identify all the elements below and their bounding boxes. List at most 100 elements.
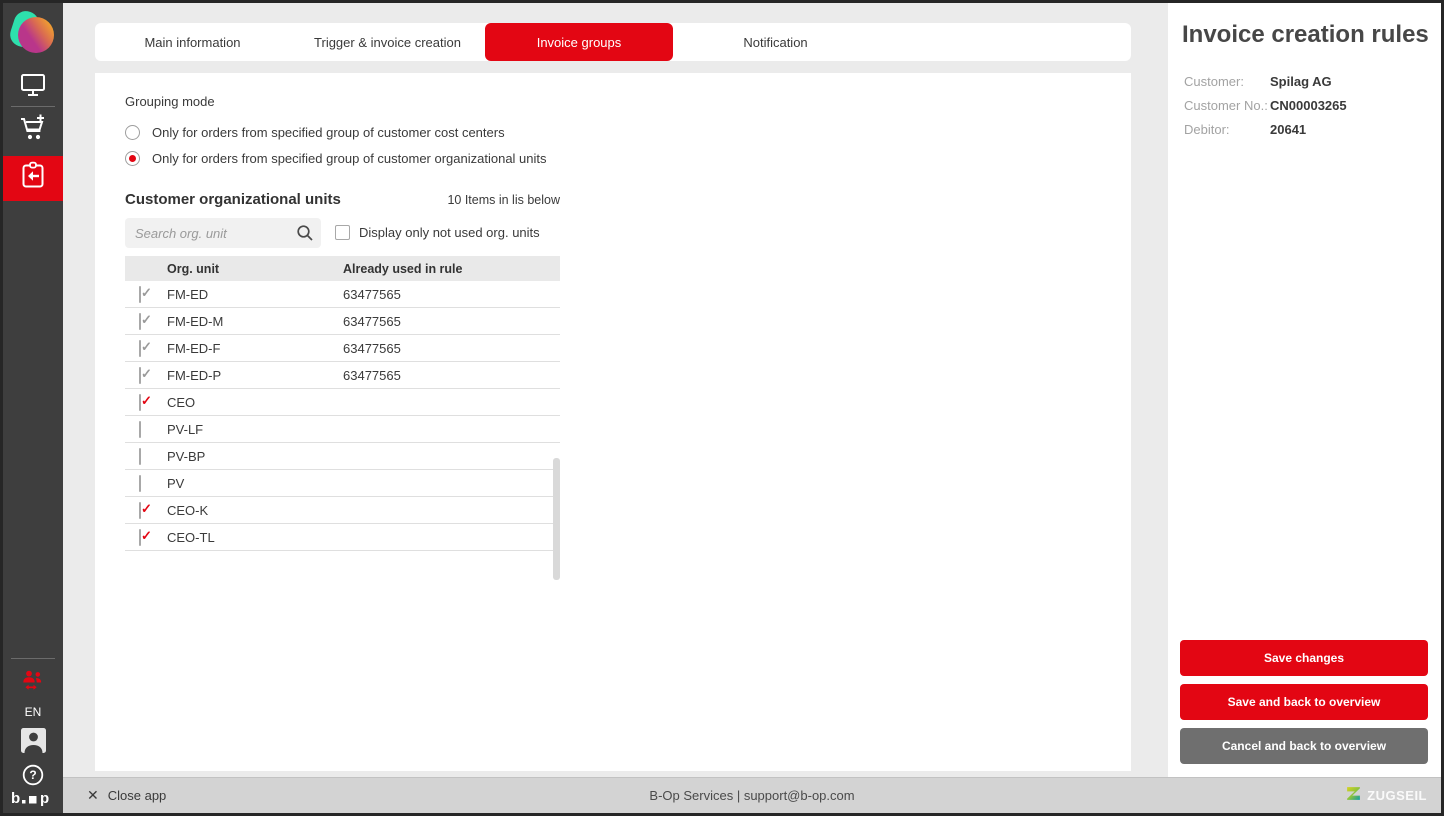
sidebar-item-help[interactable]: ? xyxy=(3,765,63,789)
filter-not-used-checkbox-row[interactable]: Display only not used org. units xyxy=(335,225,540,240)
close-icon: ✕ xyxy=(87,787,99,804)
action-button[interactable]: Save changes xyxy=(1180,640,1428,676)
sidebar-item-orders[interactable] xyxy=(3,113,63,147)
svg-text:p: p xyxy=(40,790,49,806)
filter-checkbox-label: Display only not used org. units xyxy=(359,225,540,240)
language-selector[interactable]: EN xyxy=(3,705,63,719)
support-text: B-Op Services | support@b-op.com xyxy=(63,778,1441,813)
row-checkbox[interactable] xyxy=(139,313,141,330)
tab[interactable]: Main information xyxy=(95,23,290,61)
row-checkbox[interactable] xyxy=(139,448,141,465)
sidebar-item-bop-brand: b p xyxy=(3,791,63,809)
org-unit-cell: CEO xyxy=(167,395,343,410)
radio-button[interactable] xyxy=(125,151,140,166)
invoice-rules-icon xyxy=(18,160,48,197)
content-card: Grouping mode Only for orders from speci… xyxy=(95,73,1131,771)
row-checkbox[interactable] xyxy=(139,340,141,357)
tab-bar: Main information Trigger & invoice creat… xyxy=(95,23,1131,61)
radio-button[interactable] xyxy=(125,125,140,140)
info-value: Spilag AG xyxy=(1270,74,1332,89)
org-unit-cell: PV-BP xyxy=(167,449,343,464)
table-row[interactable]: CEO-K xyxy=(125,497,560,524)
row-checkbox[interactable] xyxy=(139,475,141,492)
table-row[interactable]: CEO-TL xyxy=(125,524,560,551)
customer-info: Customer: Spilag AG Customer No.: CN0000… xyxy=(1184,69,1431,141)
org-unit-cell: CEO-K xyxy=(167,503,343,518)
info-label: Customer No.: xyxy=(1184,98,1270,113)
zugseil-wordmark: ZUGSEIL xyxy=(1367,788,1427,803)
page-title: Invoice creation rules xyxy=(1182,21,1429,49)
sidebar-item-invoice-rules-active[interactable] xyxy=(3,156,63,201)
radio-option-label: Only for orders from specified group of … xyxy=(152,125,505,140)
already-used-cell: 63477565 xyxy=(343,368,560,383)
close-app-label: Close app xyxy=(108,788,167,803)
svg-text:b: b xyxy=(11,790,20,806)
row-checkbox[interactable] xyxy=(139,502,141,519)
monitor-icon xyxy=(19,72,47,104)
side-panel: Invoice creation rules Customer: Spilag … xyxy=(1168,3,1441,777)
footer-bar: ✕ Close app B-Op Services | support@b-op… xyxy=(63,777,1441,813)
switch-users-icon xyxy=(20,669,46,697)
radio-option[interactable]: Only for orders from specified group of … xyxy=(125,119,547,145)
row-checkbox[interactable] xyxy=(139,529,141,546)
tab[interactable]: Trigger & invoice creation xyxy=(290,23,485,61)
table-row[interactable]: FM-ED-M 63477565 xyxy=(125,308,560,335)
info-row: Debitor: 20641 xyxy=(1184,117,1431,141)
help-icon: ? xyxy=(21,763,45,792)
tab[interactable]: Notification xyxy=(673,23,878,61)
grouping-mode-options: Only for orders from specified group of … xyxy=(125,119,547,171)
table-row[interactable]: FM-ED 63477565 xyxy=(125,281,560,308)
sidebar-item-monitor[interactable] xyxy=(3,73,63,103)
table-row[interactable]: PV-BP xyxy=(125,443,560,470)
org-unit-cell: PV-LF xyxy=(167,422,343,437)
section-title: Customer organizational units xyxy=(125,191,341,208)
action-button[interactable]: Save and back to overview xyxy=(1180,684,1428,720)
org-units-table: Org. unit Already used in rule FM-ED 634… xyxy=(125,256,560,551)
sidebar-item-switch-customer[interactable] xyxy=(3,671,63,695)
sidebar-item-profile[interactable] xyxy=(3,729,63,757)
info-row: Customer: Spilag AG xyxy=(1184,69,1431,93)
search-icon[interactable] xyxy=(296,224,314,247)
table-scrollbar-thumb[interactable] xyxy=(553,458,560,580)
info-row: Customer No.: CN00003265 xyxy=(1184,93,1431,117)
org-unit-cell: CEO-TL xyxy=(167,530,343,545)
avatar-icon xyxy=(20,727,47,759)
row-checkbox[interactable] xyxy=(139,394,141,411)
filter-checkbox[interactable] xyxy=(335,225,350,240)
table-row[interactable]: PV-LF xyxy=(125,416,560,443)
tab[interactable]: Invoice groups xyxy=(485,23,673,61)
app-logo[interactable] xyxy=(9,8,57,56)
org-unit-cell: FM-ED-P xyxy=(167,368,343,383)
radio-option[interactable]: Only for orders from specified group of … xyxy=(125,145,547,171)
column-header-org-unit: Org. unit xyxy=(167,262,343,276)
panel-actions: Save changes Save and back to overview C… xyxy=(1180,640,1428,764)
zugseil-brand: ZUGSEIL xyxy=(1345,778,1427,813)
org-unit-cell: FM-ED-F xyxy=(167,341,343,356)
logo-circle-shape xyxy=(18,17,54,53)
main-area: Main information Trigger & invoice creat… xyxy=(63,3,1168,777)
bop-logo: b p xyxy=(10,790,56,811)
close-app-button[interactable]: ✕ Close app xyxy=(87,778,166,813)
table-row[interactable]: CEO xyxy=(125,389,560,416)
cart-add-icon xyxy=(17,112,49,149)
row-checkbox[interactable] xyxy=(139,286,141,303)
org-unit-search xyxy=(125,218,321,248)
sidebar: EN ? b xyxy=(3,3,63,813)
org-unit-cell: PV xyxy=(167,476,343,491)
row-checkbox[interactable] xyxy=(139,421,141,438)
already-used-cell: 63477565 xyxy=(343,314,560,329)
table-row[interactable]: FM-ED-P 63477565 xyxy=(125,362,560,389)
already-used-cell: 63477565 xyxy=(343,341,560,356)
table-row[interactable]: PV xyxy=(125,470,560,497)
row-checkbox[interactable] xyxy=(139,367,141,384)
grouping-mode-label: Grouping mode xyxy=(125,94,215,109)
action-button[interactable]: Cancel and back to overview xyxy=(1180,728,1428,764)
org-unit-cell: FM-ED-M xyxy=(167,314,343,329)
info-label: Customer: xyxy=(1184,74,1270,89)
zugseil-z-icon xyxy=(1345,785,1362,807)
info-value: 20641 xyxy=(1270,122,1306,137)
sidebar-divider xyxy=(11,658,55,659)
search-input[interactable] xyxy=(135,218,293,248)
table-row[interactable]: FM-ED-F 63477565 xyxy=(125,335,560,362)
info-value: CN00003265 xyxy=(1270,98,1347,113)
